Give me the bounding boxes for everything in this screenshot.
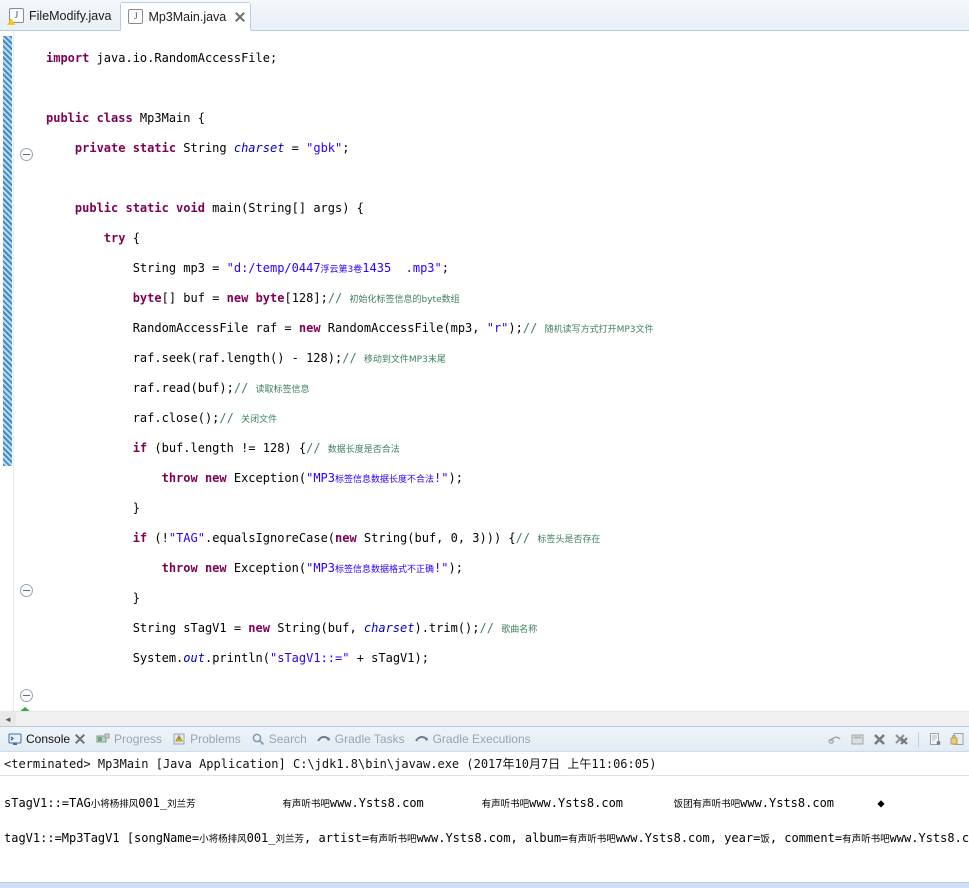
change-ruler <box>0 31 14 711</box>
fold-toggle-icon[interactable] <box>20 148 33 161</box>
console-toolbar <box>828 727 965 752</box>
editor-tab-bar: J FileModify.java J Mp3Main.java <box>0 0 969 31</box>
close-icon[interactable] <box>74 733 86 745</box>
remove-launch-icon[interactable] <box>850 732 865 747</box>
folding-ruler <box>14 31 40 711</box>
code-line: String sTagV1 = new String(buf, charset)… <box>46 621 538 635</box>
code-line: throw new Exception("MP3标签信息数据格式不正确!"); <box>161 561 463 575</box>
console-tab-label: Search <box>268 732 307 746</box>
tab-search[interactable]: Search <box>249 732 315 746</box>
scroll-left-arrow-icon[interactable]: ◄ <box>0 712 16 726</box>
code-line: try { <box>103 231 140 245</box>
console-output[interactable]: sTagV1::=TAG小将杨排风001_刘兰芳 有声听书吧www.Ysts8.… <box>0 776 969 882</box>
gradle-icon <box>414 732 429 746</box>
gradle-icon <box>316 732 331 746</box>
console-output-line: tagV1::=Mp3TagV1 [songName=小将杨排风001_刘兰芳,… <box>4 831 969 845</box>
status-bar <box>0 882 969 888</box>
code-line: RandomAccessFile raf = new RandomAccessF… <box>46 321 654 335</box>
remove-all-terminated-icon[interactable] <box>894 732 909 747</box>
java-file-warning-icon: J <box>7 8 24 25</box>
code-line: private static String charset = "gbk"; <box>74 141 350 155</box>
console-output-line: sTagV1::=TAG小将杨排风001_刘兰芳 有声听书吧www.Ysts8.… <box>4 796 885 810</box>
console-panel: Console Progress Problems Search Gradle … <box>0 726 969 888</box>
terminate-all-icon[interactable] <box>828 732 843 747</box>
progress-icon <box>96 732 110 746</box>
java-file-icon: J <box>128 9 144 24</box>
search-icon <box>251 732 265 746</box>
tab-problems[interactable]: Problems <box>170 732 249 746</box>
console-icon <box>8 732 22 746</box>
pin-console-icon[interactable] <box>950 732 965 747</box>
console-tab-label: Problems <box>190 732 241 746</box>
editor-tab-label: Mp3Main.java <box>148 9 227 24</box>
launch-configuration-header: <terminated> Mp3Main [Java Application] … <box>0 752 969 776</box>
problems-icon <box>172 732 186 746</box>
open-console-icon[interactable] <box>928 732 943 747</box>
source-code-view[interactable]: import java.io.RandomAccessFile; public … <box>40 31 969 711</box>
code-line: public class Mp3Main { <box>46 111 205 125</box>
code-line: import java.io.RandomAccessFile; <box>46 51 278 65</box>
code-line: raf.seek(raf.length() - 128);// 移动到文件MP3… <box>46 351 446 365</box>
code-line: String mp3 = "d:/temp/0447浮云第3卷1435 .mp3… <box>46 261 449 275</box>
code-line: byte[] buf = new byte[128];// 初始化标签信息的by… <box>132 291 460 305</box>
close-icon[interactable] <box>233 10 246 23</box>
code-line: System.out.println("sTagV1::=" + sTagV1)… <box>46 651 429 665</box>
code-line: raf.close();// 关闭文件 <box>46 411 278 425</box>
code-line: if (!"TAG".equalsIgnoreCase(new String(b… <box>132 531 601 545</box>
change-marker <box>3 36 12 466</box>
tab-progress[interactable]: Progress <box>94 732 170 746</box>
toolbar-divider <box>918 732 919 747</box>
code-line: public static void main(String[] args) { <box>74 201 364 215</box>
fold-toggle-icon[interactable] <box>20 584 33 597</box>
code-line: if (buf.length != 128) {// 数据长度是否合法 <box>132 441 400 455</box>
console-tab-bar: Console Progress Problems Search Gradle … <box>0 727 969 752</box>
editor-area: import java.io.RandomAccessFile; public … <box>0 31 969 711</box>
code-line: raf.read(buf);// 读取标签信息 <box>46 381 310 395</box>
clear-console-icon[interactable] <box>872 732 887 747</box>
editor-tab-filemodify[interactable]: J FileModify.java <box>2 1 120 30</box>
code-line: throw new Exception("MP3标签信息数据长度不合法!"); <box>161 471 463 485</box>
editor-tab-mp3main[interactable]: J Mp3Main.java <box>120 2 252 31</box>
tab-gradle-tasks[interactable]: Gradle Tasks <box>315 732 413 746</box>
console-tab-label: Gradle Executions <box>432 732 531 746</box>
code-line: } <box>46 501 140 515</box>
eclipse-window: J FileModify.java J Mp3Main.java import … <box>0 0 969 888</box>
tab-gradle-executions[interactable]: Gradle Executions <box>413 732 539 746</box>
editor-tab-label: FileModify.java <box>29 8 112 23</box>
code-line: } <box>46 591 140 605</box>
editor-horizontal-scrollbar[interactable]: ◄ <box>0 711 969 726</box>
console-tab-label: Progress <box>114 732 163 746</box>
tab-console[interactable]: Console <box>6 732 94 746</box>
console-tab-label: Gradle Tasks <box>334 732 405 746</box>
fold-toggle-icon[interactable] <box>20 689 33 702</box>
console-tab-label: Console <box>26 732 71 746</box>
